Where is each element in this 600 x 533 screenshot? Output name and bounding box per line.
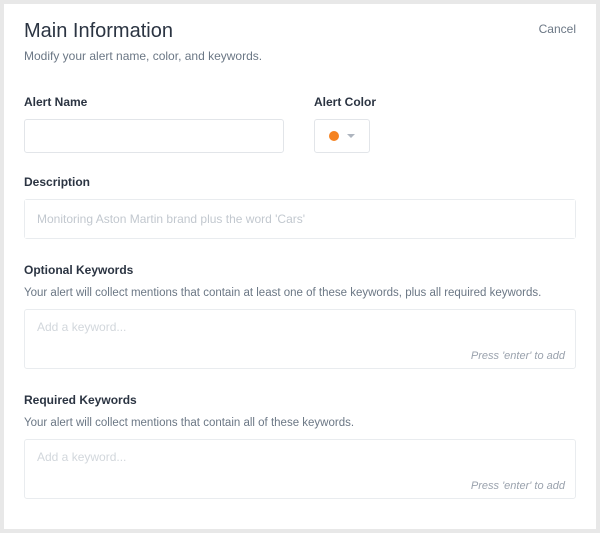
page-title: Main Information xyxy=(24,20,173,43)
required-keywords-section: Required Keywords Your alert will collec… xyxy=(24,393,576,499)
optional-keywords-helper: Your alert will collect mentions that co… xyxy=(24,287,576,299)
required-keywords-input[interactable] xyxy=(25,440,575,474)
header-row: Main Information Cancel xyxy=(24,20,576,49)
alert-name-input[interactable] xyxy=(24,119,284,153)
optional-keywords-section: Optional Keywords Your alert will collec… xyxy=(24,263,576,369)
required-keywords-hint: Press 'enter' to add xyxy=(471,480,565,492)
optional-keywords-label: Optional Keywords xyxy=(24,263,576,277)
optional-keywords-box: Press 'enter' to add xyxy=(24,309,576,369)
name-color-row: Alert Name Alert Color xyxy=(24,95,576,153)
alert-color-label: Alert Color xyxy=(314,95,376,109)
alert-name-label: Alert Name xyxy=(24,95,284,109)
page-subtitle: Modify your alert name, color, and keywo… xyxy=(24,49,576,63)
required-keywords-box: Press 'enter' to add xyxy=(24,439,576,499)
main-information-panel: Main Information Cancel Modify your aler… xyxy=(4,4,596,529)
required-keywords-helper: Your alert will collect mentions that co… xyxy=(24,417,576,429)
color-swatch-icon xyxy=(329,131,339,141)
alert-color-field: Alert Color xyxy=(314,95,376,153)
alert-name-field: Alert Name xyxy=(24,95,284,153)
description-input[interactable] xyxy=(25,200,575,238)
chevron-down-icon xyxy=(347,134,355,138)
optional-keywords-hint: Press 'enter' to add xyxy=(471,350,565,362)
optional-keywords-input[interactable] xyxy=(25,310,575,344)
description-section: Description xyxy=(24,175,576,239)
description-label: Description xyxy=(24,175,576,189)
alert-color-select[interactable] xyxy=(314,119,370,153)
cancel-button[interactable]: Cancel xyxy=(539,22,576,36)
description-input-wrap xyxy=(24,199,576,239)
required-keywords-label: Required Keywords xyxy=(24,393,576,407)
header-left: Main Information xyxy=(24,20,173,49)
